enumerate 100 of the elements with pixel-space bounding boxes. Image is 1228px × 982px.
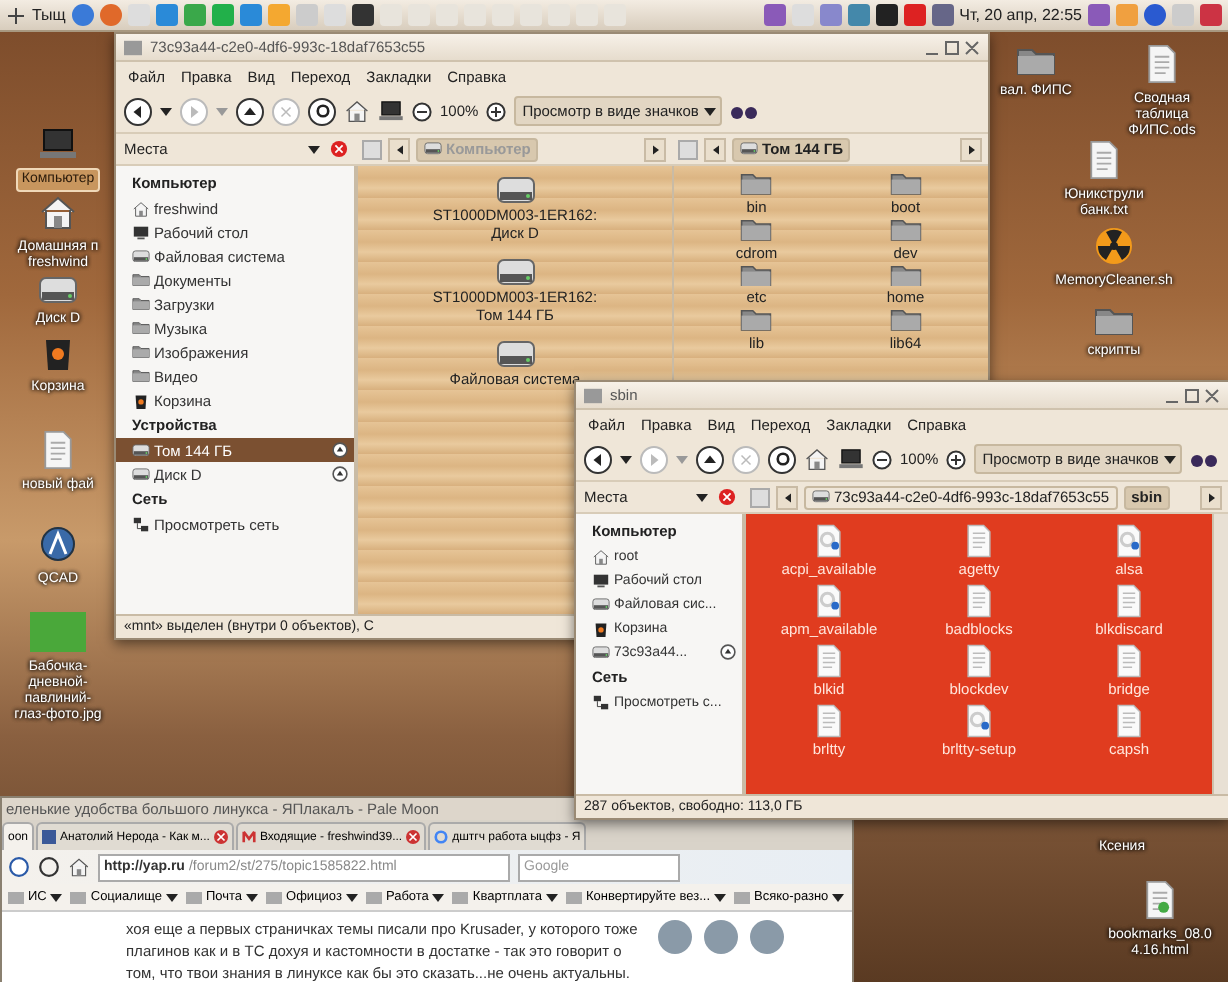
binary-file-icon xyxy=(1112,584,1146,618)
house-icon xyxy=(38,192,78,232)
reload-button[interactable] xyxy=(768,445,796,473)
left-arrow-icon xyxy=(709,143,721,155)
script-file-icon xyxy=(1112,524,1146,558)
up-arrow-icon xyxy=(244,105,256,117)
zoom-in-icon[interactable] xyxy=(946,449,967,469)
scroll-right-button[interactable] xyxy=(1200,485,1222,509)
scroll-left-button[interactable] xyxy=(704,137,726,161)
laptop-icon xyxy=(38,124,78,164)
caret-icon xyxy=(345,893,358,901)
caret-icon xyxy=(216,107,228,115)
eject-icon[interactable] xyxy=(332,442,348,458)
avatar-circle xyxy=(658,920,692,954)
right-arrow-icon xyxy=(648,453,660,465)
scroll-right-button[interactable] xyxy=(960,137,982,161)
cross-icon xyxy=(280,105,292,117)
binary-file-icon xyxy=(1112,704,1146,738)
caret-icon xyxy=(714,893,727,901)
right-arrow-icon xyxy=(188,105,200,117)
binary-file-icon xyxy=(962,584,996,618)
radiation-icon xyxy=(1094,226,1134,266)
zoom-out-icon[interactable] xyxy=(872,449,892,469)
binoculars-icon[interactable] xyxy=(730,103,759,119)
scroll-right-button[interactable] xyxy=(644,137,666,161)
hard-drive-icon xyxy=(38,276,78,304)
back-button[interactable] xyxy=(584,445,612,473)
caret-icon xyxy=(620,455,632,463)
eject-icon[interactable] xyxy=(720,644,736,660)
reload-button[interactable] xyxy=(308,97,336,125)
close-icon[interactable] xyxy=(406,830,421,844)
script-file-icon xyxy=(812,524,846,558)
house-icon xyxy=(592,547,610,565)
hard-drive-icon xyxy=(740,142,758,156)
forward-button[interactable] xyxy=(180,97,208,125)
hard-drive-icon xyxy=(132,467,150,481)
scrollbar[interactable] xyxy=(1212,514,1228,794)
script-file-icon xyxy=(812,584,846,618)
reload-icon[interactable] xyxy=(38,856,60,878)
launcher-icon[interactable] xyxy=(351,4,374,26)
reload-icon xyxy=(775,452,789,466)
scroll-left-button[interactable] xyxy=(776,485,798,509)
close-icon[interactable] xyxy=(213,830,228,844)
hard-drive-icon xyxy=(424,142,442,156)
left-arrow-icon xyxy=(132,105,144,117)
back-button[interactable] xyxy=(124,97,152,125)
right-arrow-icon xyxy=(965,143,977,155)
zoom-out-icon[interactable] xyxy=(412,101,432,121)
up-button[interactable] xyxy=(696,445,724,473)
menu-icon[interactable] xyxy=(6,5,26,25)
caret-icon xyxy=(160,107,172,115)
caret-icon xyxy=(545,893,558,901)
network-icon xyxy=(592,693,610,711)
hard-drive-icon xyxy=(495,176,535,204)
caret-icon xyxy=(50,893,63,901)
avatar-circle xyxy=(750,920,784,954)
house-icon xyxy=(804,446,830,472)
clock-icon[interactable] xyxy=(8,856,30,878)
facebook-icon xyxy=(42,830,57,844)
caret-icon xyxy=(308,145,320,153)
script-file-icon xyxy=(962,704,996,738)
hard-drive-icon xyxy=(495,258,535,286)
window-controls-icon[interactable] xyxy=(924,39,980,55)
zoom-in-icon[interactable] xyxy=(486,101,507,121)
scroll-left-button[interactable] xyxy=(388,137,410,161)
binoculars-icon[interactable] xyxy=(1190,451,1219,467)
menu-label[interactable]: Тыщ xyxy=(32,6,66,24)
left-arrow-icon xyxy=(592,453,604,465)
up-button[interactable] xyxy=(236,97,264,125)
avatar-circle xyxy=(704,920,738,954)
caret-icon xyxy=(676,455,688,463)
clock: Чт, 20 апр, 22:55 xyxy=(959,6,1082,24)
caret-icon xyxy=(246,893,259,901)
pane-toggle-icon[interactable] xyxy=(750,487,770,507)
close-icon[interactable] xyxy=(330,140,348,158)
binary-file-icon xyxy=(1112,644,1146,678)
photo-placeholder xyxy=(30,612,86,652)
close-icon[interactable] xyxy=(718,488,736,506)
forward-button[interactable] xyxy=(640,445,668,473)
network-icon xyxy=(132,515,150,533)
window-controls-icon[interactable] xyxy=(1164,387,1220,403)
caret-icon xyxy=(432,893,445,901)
hard-drive-icon xyxy=(132,443,150,457)
monitor-icon xyxy=(132,223,150,241)
tray-icon[interactable] xyxy=(875,4,898,26)
binary-file-icon xyxy=(962,524,996,558)
hard-drive-icon xyxy=(812,490,830,504)
document-icon xyxy=(38,430,78,470)
pane-toggle-icon[interactable] xyxy=(678,139,698,159)
house-icon xyxy=(68,856,90,878)
cross-icon xyxy=(740,453,752,465)
pane-toggle-icon[interactable] xyxy=(362,139,382,159)
spreadsheet-icon xyxy=(1142,44,1182,84)
up-arrow-icon xyxy=(704,453,716,465)
eject-icon[interactable] xyxy=(332,466,348,482)
reload-icon xyxy=(315,104,329,118)
hard-drive-icon xyxy=(592,597,610,611)
laptop-icon xyxy=(838,446,864,472)
mail-icon xyxy=(241,830,256,844)
document-icon xyxy=(1084,140,1124,180)
